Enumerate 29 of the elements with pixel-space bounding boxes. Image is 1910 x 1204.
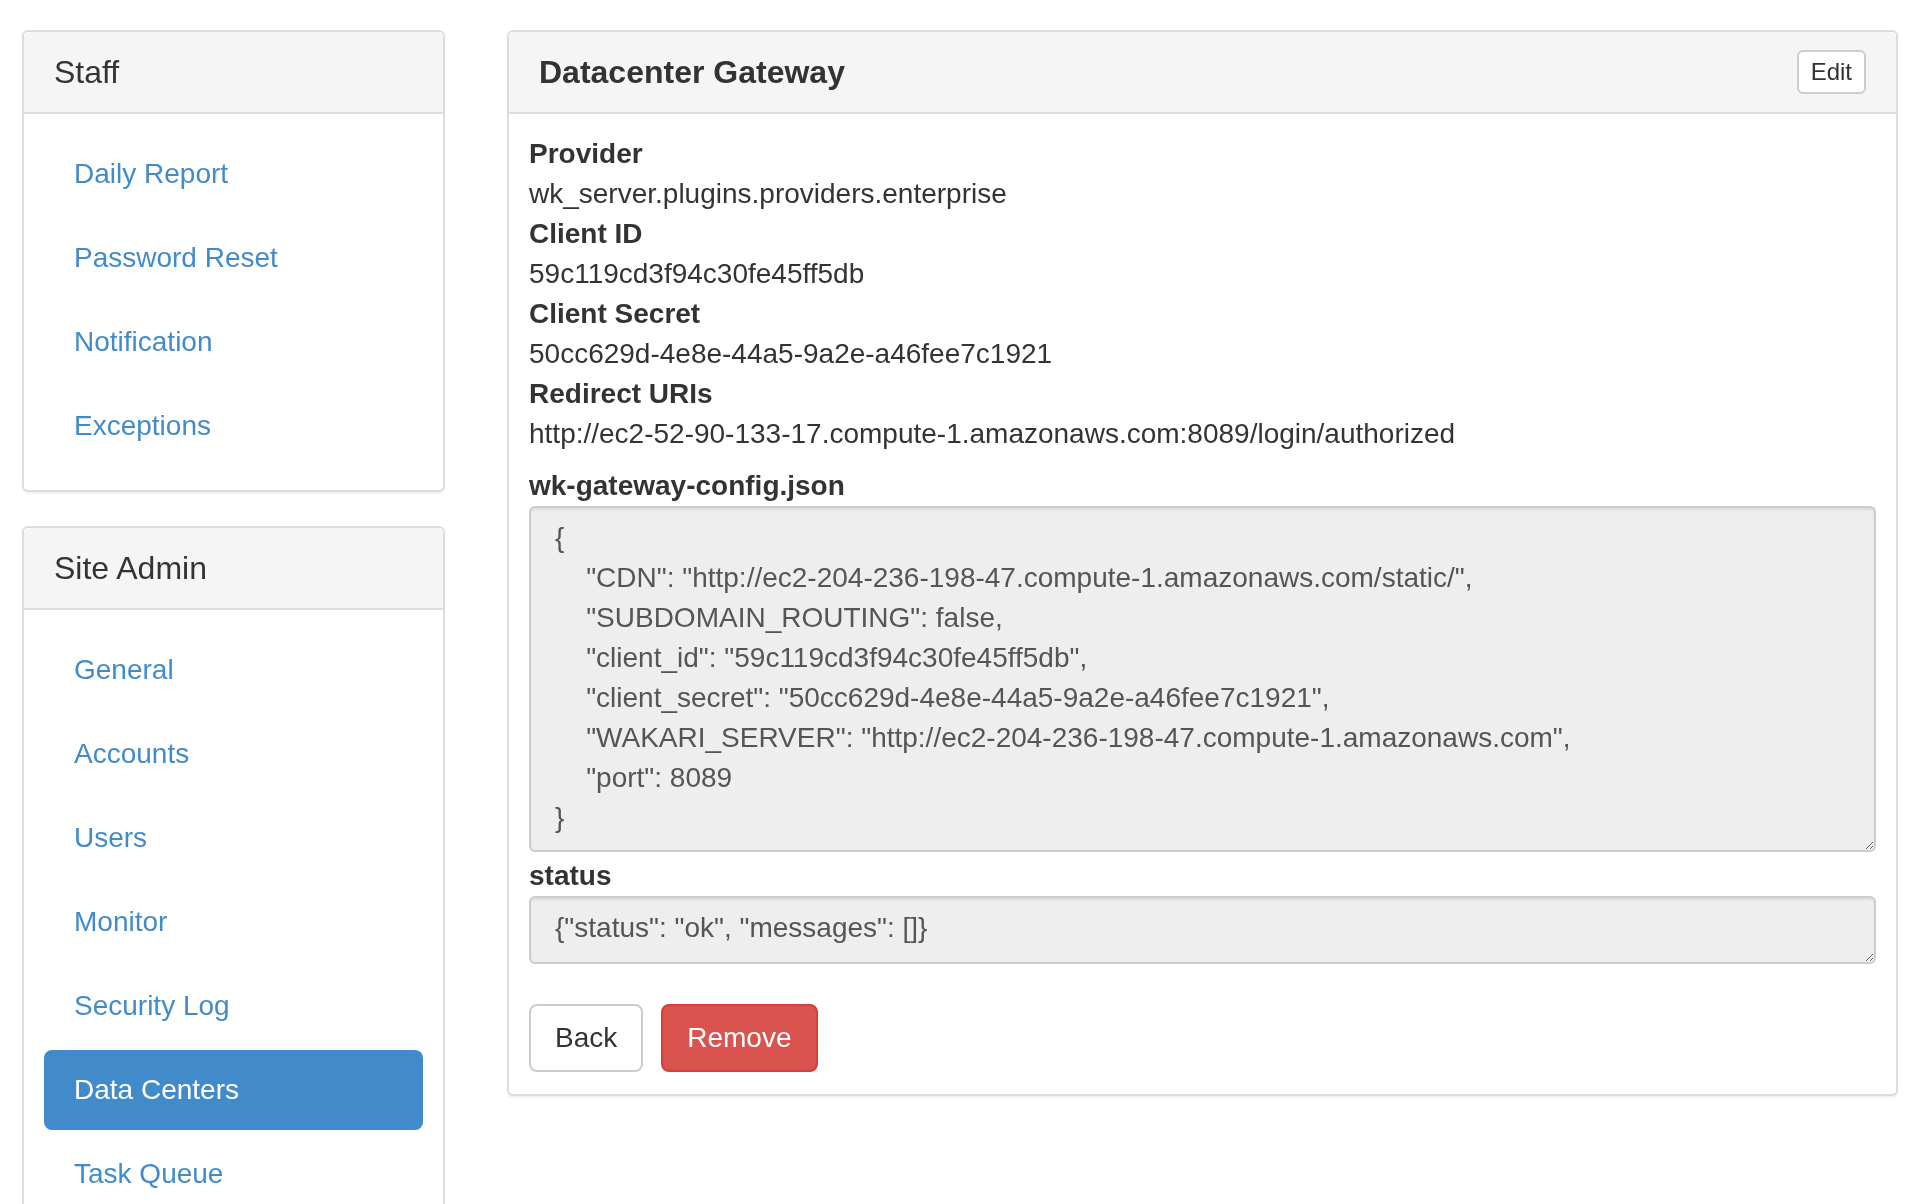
field-value: wk_server.plugins.providers.enterprise <box>529 177 1008 211</box>
panel-title: Datacenter Gateway <box>539 53 845 91</box>
back-button[interactable]: Back <box>529 1004 644 1072</box>
sidebar-item[interactable]: Task Queue <box>44 1134 423 1204</box>
status-textarea[interactable]: {"status": "ok", "messages": []} <box>529 896 1876 964</box>
field-value: 59c119cd3f94c30fe45ff5db <box>529 257 866 291</box>
sidebar-item[interactable]: Exceptions <box>44 386 423 466</box>
config-textarea[interactable]: { "CDN": "http://ec2-204-236-198-47.compute-1.amazonaws.com/static/", "SUBDOMAIN_ROUTING": false, "client_id": "59c119cd3f94c30fe45ff5db", "client_secret": "50cc629d-4e8e-44a5-9a2e-a46fee7c1921", "WAKARI_SERVER": "http://ec2-204-236-198-47.compute-1.amazonaws.com", "port": 8089 } <box>529 506 1876 852</box>
field-value: http://ec2-52-90-133-17.compute-1.amazonaws.com:8089/login/authorized <box>529 417 1457 451</box>
sidebar-item[interactable]: General <box>44 630 423 710</box>
sidebar-item[interactable]: Monitor <box>44 882 423 962</box>
field-value: 50cc629d-4e8e-44a5-9a2e-a46fee7c1921 <box>529 337 1054 371</box>
field-label: Client Secret <box>529 297 702 331</box>
remove-button[interactable]: Remove <box>661 1004 818 1072</box>
panel-title: Staff <box>54 53 120 91</box>
field-label: wk-gateway-config.json <box>529 469 846 503</box>
field-label: Client ID <box>529 217 644 251</box>
field-label: Redirect URIs <box>529 377 714 411</box>
sidebar-item[interactable]: Daily Report <box>44 134 423 214</box>
sidebar-item[interactable]: Accounts <box>44 714 423 794</box>
edit-button[interactable]: Edit <box>1796 50 1866 94</box>
sidebar-item[interactable]: Users <box>44 798 423 878</box>
field-label: Provider <box>529 137 644 171</box>
sidebar-item[interactable]: Data Centers <box>44 1050 423 1130</box>
sidebar-item[interactable]: Password Reset <box>44 218 423 298</box>
sidebar-item[interactable]: Notification <box>44 302 423 382</box>
field-label: status <box>529 859 613 893</box>
sidebar-item[interactable]: Security Log <box>44 966 423 1046</box>
panel-title: Site Admin <box>54 549 207 587</box>
